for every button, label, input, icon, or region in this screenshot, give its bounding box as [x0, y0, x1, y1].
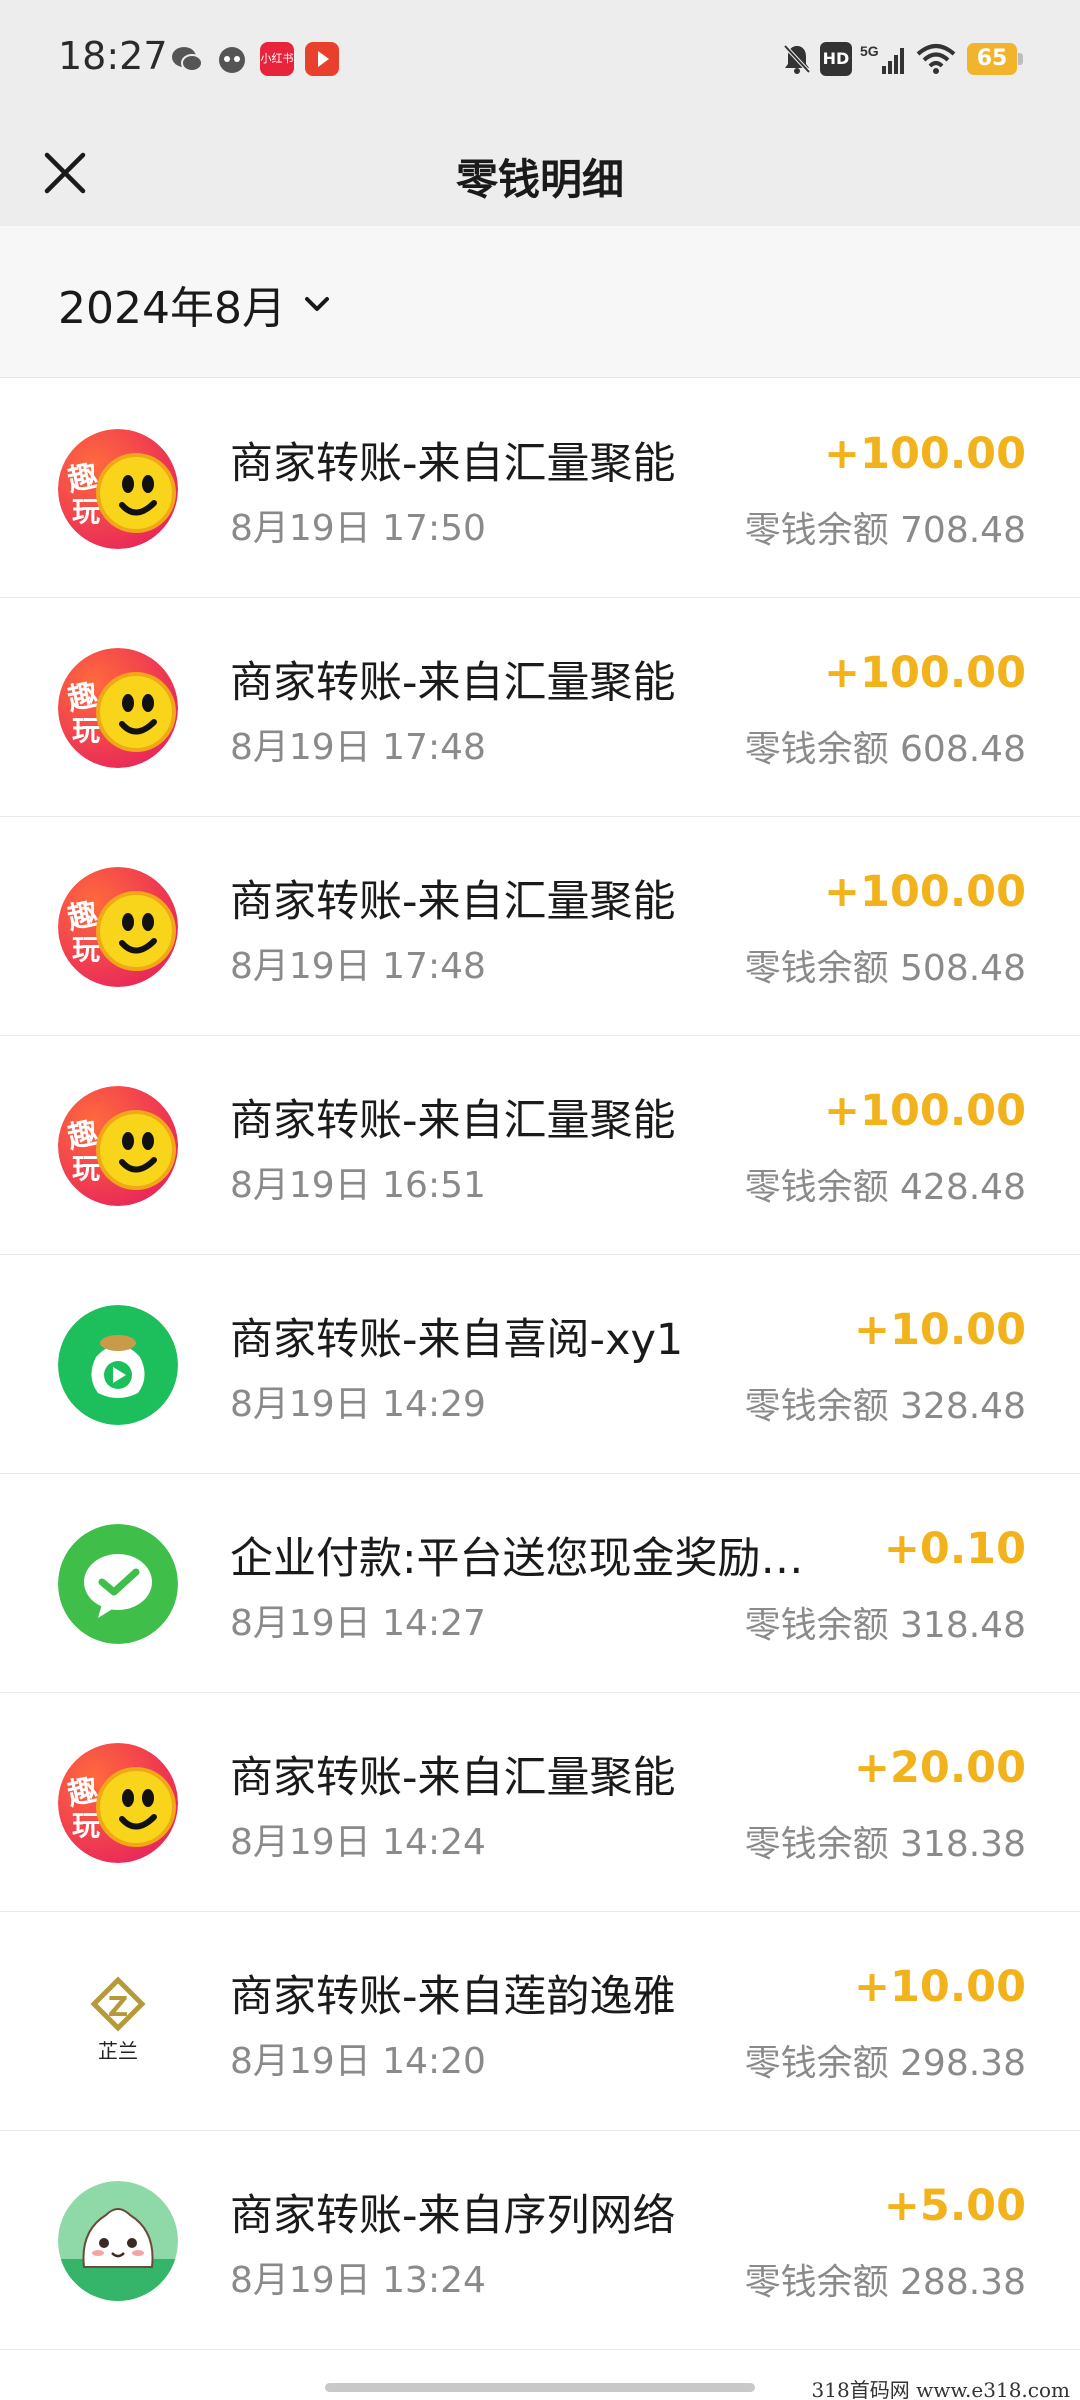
- svg-text:玩: 玩: [72, 1152, 100, 1185]
- transaction-title: 商家转账-来自汇量聚能: [230, 1096, 676, 1146]
- transaction-row[interactable]: 商家转账-来自喜阅-xy1 8月19日 14:29 +10.00 零钱余额 32…: [0, 1255, 1080, 1474]
- status-time: 18:27: [58, 34, 168, 78]
- transaction-date: 8月19日 17:48: [230, 946, 486, 987]
- transaction-amount: +10.00: [853, 1962, 1026, 2012]
- merchant-avatar: [58, 2181, 178, 2301]
- transaction-amount: +20.00: [853, 1743, 1026, 1793]
- signal-5g-icon: 5G: [860, 43, 904, 74]
- month-picker[interactable]: 2024年8月: [58, 274, 332, 334]
- transaction-date: 8月19日 14:27: [230, 1603, 486, 1644]
- svg-text:玩: 玩: [72, 714, 100, 747]
- mute-bell-icon: [783, 44, 811, 74]
- transaction-date: 8月19日 14:29: [230, 1384, 486, 1425]
- chevron-down-icon: [304, 297, 329, 311]
- transaction-row[interactable]: 趣玩 商家转账-来自汇量聚能 8月19日 17:48 +100.00 零钱余额 …: [0, 598, 1080, 817]
- balance-after: 零钱余额 428.48: [744, 1167, 1026, 1208]
- transaction-title: 企业付款:平台送您现金奖励…: [230, 1534, 804, 1584]
- transaction-title: 商家转账-来自汇量聚能: [230, 1753, 676, 1803]
- svg-text:Z: Z: [108, 1990, 128, 2023]
- transaction-date: 8月19日 16:51: [230, 1165, 486, 1206]
- transaction-row[interactable]: 趣玩 商家转账-来自汇量聚能 8月19日 14:24 +20.00 零钱余额 3…: [0, 1693, 1080, 1912]
- merchant-avatar: 趣玩: [58, 429, 178, 549]
- hd-icon: HD: [820, 42, 852, 76]
- balance-after: 零钱余额 318.38: [744, 1824, 1026, 1865]
- balance-after: 零钱余额 508.48: [744, 948, 1026, 989]
- transaction-title: 商家转账-来自莲韵逸雅: [230, 1972, 676, 2022]
- transaction-title: 商家转账-来自汇量聚能: [230, 658, 676, 708]
- transaction-list: 趣玩 商家转账-来自汇量聚能 8月19日 17:50 +100.00 零钱余额 …: [0, 379, 1080, 2350]
- transaction-row[interactable]: 趣玩 商家转账-来自汇量聚能 8月19日 16:51 +100.00 零钱余额 …: [0, 1036, 1080, 1255]
- transaction-row[interactable]: Z 芷兰 商家转账-来自莲韵逸雅 8月19日 14:20 +10.00 零钱余额 …: [0, 1912, 1080, 2131]
- bun-mascot-icon: [58, 2181, 178, 2301]
- quwan-logo-icon: 趣玩: [58, 1743, 178, 1863]
- cat-app-notification-icon: [219, 47, 245, 73]
- status-bar: 18:27 小红书 HD 5G 65: [0, 0, 1080, 120]
- transaction-date: 8月19日 14:24: [230, 1822, 486, 1863]
- balance-after: 零钱余额 708.48: [744, 510, 1026, 551]
- month-label: 2024年8月: [58, 283, 286, 334]
- month-filter-bar: 2024年8月: [0, 226, 1080, 378]
- page-title: 零钱明细: [455, 155, 624, 204]
- xiyue-logo-icon: [58, 1305, 178, 1425]
- transaction-amount: +5.00: [883, 2181, 1026, 2231]
- transaction-amount: +100.00: [824, 1086, 1026, 1136]
- wechat-pay-icon: [58, 1524, 178, 1644]
- balance-after: 零钱余额 608.48: [744, 729, 1026, 770]
- merchant-avatar: 趣玩: [58, 1086, 178, 1206]
- battery-indicator: 65: [967, 43, 1023, 75]
- transaction-amount: +100.00: [824, 429, 1026, 479]
- transaction-date: 8月19日 13:24: [230, 2260, 486, 2301]
- transaction-row[interactable]: 趣玩 商家转账-来自汇量聚能 8月19日 17:48 +100.00 零钱余额 …: [0, 817, 1080, 1036]
- transaction-amount: +100.00: [824, 648, 1026, 698]
- page-header: 零钱明细: [0, 120, 1080, 226]
- merchant-avatar: 趣玩: [58, 1743, 178, 1863]
- quwan-logo-icon: 趣玩: [58, 648, 178, 768]
- balance-after: 零钱余额 288.38: [744, 2262, 1026, 2303]
- watermark: 318首码网 www.e318.com: [811, 2378, 1070, 2400]
- home-indicator: [325, 2383, 755, 2392]
- wechat-notification-icon: [172, 47, 203, 72]
- transaction-title: 商家转账-来自汇量聚能: [230, 877, 676, 927]
- quwan-logo-icon: 趣玩: [58, 1086, 178, 1206]
- transaction-title: 商家转账-来自序列网络: [230, 2191, 676, 2241]
- transaction-date: 8月19日 17:48: [230, 727, 486, 768]
- merchant-avatar: 趣玩: [58, 648, 178, 768]
- transaction-amount: +10.00: [853, 1305, 1026, 1355]
- svg-text:芷兰: 芷兰: [98, 2039, 138, 2063]
- transaction-row[interactable]: 趣玩 商家转账-来自汇量聚能 8月19日 17:50 +100.00 零钱余额 …: [0, 379, 1080, 598]
- transaction-date: 8月19日 17:50: [230, 508, 486, 549]
- quwan-logo-icon: 趣玩: [58, 867, 178, 987]
- merchant-avatar: [58, 1305, 178, 1425]
- balance-after: 零钱余额 298.38: [744, 2043, 1026, 2084]
- merchant-avatar: Z 芷兰: [58, 1962, 178, 2082]
- transaction-row[interactable]: 企业付款:平台送您现金奖励… 8月19日 14:27 +0.10 零钱余额 31…: [0, 1474, 1080, 1693]
- xiaohongshu-notification-icon: 小红书: [260, 42, 294, 76]
- svg-text:玩: 玩: [72, 933, 100, 966]
- svg-text:5G: 5G: [860, 43, 879, 59]
- transaction-amount: +100.00: [824, 867, 1026, 917]
- balance-after: 零钱余额 328.48: [744, 1386, 1026, 1427]
- transaction-row[interactable]: 商家转账-来自序列网络 8月19日 13:24 +5.00 零钱余额 288.3…: [0, 2131, 1080, 2350]
- merchant-avatar: [58, 1524, 178, 1644]
- svg-text:玩: 玩: [72, 495, 100, 528]
- transaction-title: 商家转账-来自汇量聚能: [230, 439, 676, 489]
- video-app-notification-icon: [305, 42, 339, 76]
- zhilan-logo-icon: Z 芷兰: [58, 1962, 178, 2082]
- transaction-amount: +0.10: [883, 1524, 1026, 1574]
- transaction-date: 8月19日 14:20: [230, 2041, 486, 2082]
- quwan-logo-icon: 趣玩: [58, 429, 178, 549]
- balance-after: 零钱余额 318.48: [744, 1605, 1026, 1646]
- wifi-icon: [916, 44, 956, 74]
- merchant-avatar: 趣玩: [58, 867, 178, 987]
- transaction-title: 商家转账-来自喜阅-xy1: [230, 1315, 684, 1365]
- svg-text:玩: 玩: [72, 1809, 100, 1842]
